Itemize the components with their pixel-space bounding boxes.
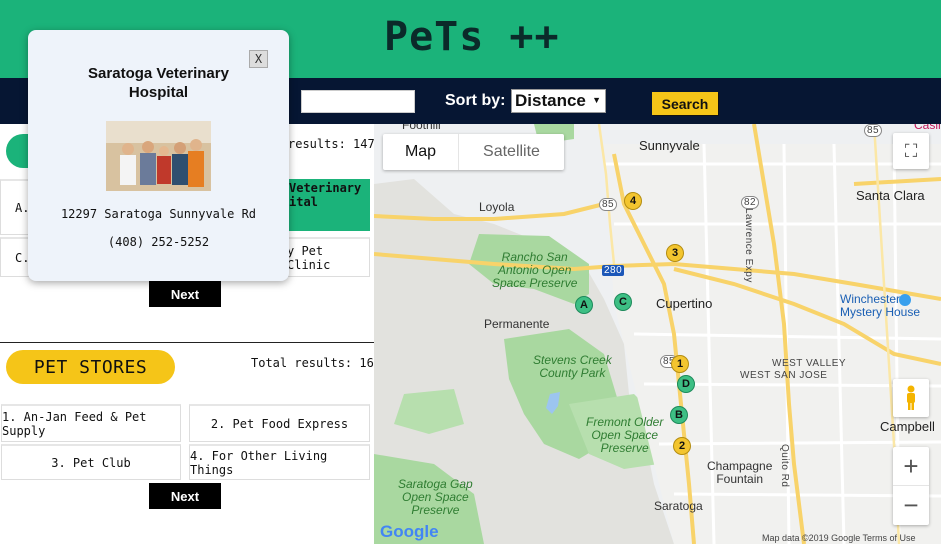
map-view[interactable]: Foothill Sunnyvale Casino Santa Clara Lo… xyxy=(374,124,941,544)
poi-label-line: Fountain xyxy=(716,472,764,486)
map-label-cupertino: Cupertino xyxy=(656,296,713,311)
poi-label-line: Mystery House xyxy=(840,305,921,319)
map-marker-a[interactable]: A xyxy=(575,296,593,314)
popup-title: Saratoga Veterinary Hospital xyxy=(40,64,277,102)
highway-280-shield: 280 xyxy=(602,265,625,276)
map-attribution[interactable]: Map data ©2019 Google Terms of Use xyxy=(762,533,916,543)
pet-store-result-2[interactable]: 2. Pet Food Express xyxy=(189,404,370,442)
map-marker-1[interactable]: 1 xyxy=(671,355,689,373)
map-label-fremont-older: Fremont Older Open Space Preserve xyxy=(586,416,663,455)
fullscreen-icon[interactable]: ⛶ xyxy=(893,133,929,169)
poi-pin-icon xyxy=(899,294,911,306)
map-label-rancho: Rancho San Antonio Open Space Preserve xyxy=(492,251,577,290)
park-label-line: Preserve xyxy=(600,441,649,455)
map-label-casino: Casino xyxy=(914,124,941,132)
map-type-control: Map Satellite xyxy=(383,134,564,170)
map-label-campbell: Campbell xyxy=(880,419,935,434)
popup-phone[interactable]: (408) 252-5252 xyxy=(40,235,277,249)
google-logo: Google xyxy=(380,522,439,542)
map-label-santa-clara: Santa Clara xyxy=(856,188,925,203)
chevron-down-icon: ▼ xyxy=(592,95,601,105)
map-type-map-button[interactable]: Map xyxy=(383,134,459,170)
popup-title-line: Hospital xyxy=(128,84,189,101)
popup-address: 12297 Saratoga Sunnyvale Rd xyxy=(60,207,257,221)
pet-store-result-4[interactable]: 4. For Other Living Things xyxy=(189,444,370,480)
vet-result-d[interactable]: y Pet Clinic xyxy=(280,237,370,277)
highway-82-shield: 82 xyxy=(741,196,760,209)
list-item-label: y Pet Clinic xyxy=(287,243,331,272)
sort-selected-value: Distance xyxy=(515,91,586,110)
map-label-champagne: Champagne Fountain xyxy=(707,460,772,486)
map-label-west-san-jose: WEST SAN JOSE xyxy=(740,370,828,381)
map-marker-4[interactable]: 4 xyxy=(624,192,642,210)
map-label-quito: Quito Rd xyxy=(779,444,790,488)
vet-result-a[interactable]: A. xyxy=(0,179,30,235)
app-logo[interactable]: PeTs ++ xyxy=(384,14,560,60)
popup-title-line: Saratoga Veterinary xyxy=(88,65,229,82)
tab-pet-stores[interactable]: PET STORES xyxy=(6,350,175,384)
map-type-satellite-button[interactable]: Satellite xyxy=(459,134,564,170)
vet-total-results: results: 147 xyxy=(288,137,375,151)
list-item-label: Veterinary xyxy=(289,181,362,195)
google-logo-text: Google xyxy=(380,522,439,541)
street-view-pegman-icon[interactable] xyxy=(893,379,929,417)
park-label-line: Space Preserve xyxy=(492,276,578,290)
map-label-permanente: Permanente xyxy=(484,317,550,331)
vet-result-c[interactable]: C. xyxy=(0,237,30,277)
park-label-line: Preserve xyxy=(411,503,460,517)
list-item-label: ital xyxy=(289,195,318,209)
map-marker-2[interactable]: 2 xyxy=(673,437,691,455)
map-marker-c[interactable]: C xyxy=(614,293,632,311)
map-label-saratoga-gap: Saratoga Gap Open Space Preserve xyxy=(398,478,473,517)
map-label-loyola: Loyola xyxy=(479,200,515,214)
map-marker-d[interactable]: D xyxy=(677,375,695,393)
pet-store-result-3[interactable]: 3. Pet Club xyxy=(1,444,181,480)
pet-total-results: Total results: 161 xyxy=(251,356,382,370)
hospital-photo xyxy=(106,121,211,191)
search-input[interactable] xyxy=(301,90,415,113)
map-label-west-valley: WEST VALLEY xyxy=(772,358,847,369)
map-label-foothill: Foothill xyxy=(402,124,441,132)
map-marker-b[interactable]: B xyxy=(670,406,688,424)
zoom-control: + − xyxy=(893,447,929,525)
list-item-label: 3. Pet Club xyxy=(51,455,131,470)
search-button[interactable]: Search xyxy=(652,92,718,115)
park-label-line: County Park xyxy=(539,366,606,380)
list-item-label: 4. For Other Living Things xyxy=(190,448,328,477)
list-item-label: 2. Pet Food Express xyxy=(210,416,349,431)
vet-result-b-selected[interactable]: Veterinary ital xyxy=(280,179,370,231)
pet-store-result-1[interactable]: 1. An-Jan Feed & Pet Supply xyxy=(1,404,181,442)
zoom-in-button[interactable]: + xyxy=(893,448,929,486)
map-label-saratoga: Saratoga xyxy=(654,499,703,513)
list-item-label: 1. An-Jan Feed & Pet Supply xyxy=(2,409,147,438)
zoom-out-button[interactable]: − xyxy=(893,486,929,524)
highway-85-shield: 85 xyxy=(599,198,618,211)
sort-select[interactable]: Distance ▼ xyxy=(511,89,606,113)
map-label-sunnyvale: Sunnyvale xyxy=(639,138,700,153)
section-divider xyxy=(0,342,374,343)
map-label-stevens-creek: Stevens Creek County Park xyxy=(533,354,612,380)
vets-next-button[interactable]: Next xyxy=(149,281,221,307)
pet-stores-next-button[interactable]: Next xyxy=(149,483,221,509)
map-label-lawrence: Lawrence Expy xyxy=(743,208,754,283)
map-marker-3[interactable]: 3 xyxy=(666,244,684,262)
sort-label: Sort by: xyxy=(445,92,506,109)
highway-85-shield: 85 xyxy=(864,124,883,137)
